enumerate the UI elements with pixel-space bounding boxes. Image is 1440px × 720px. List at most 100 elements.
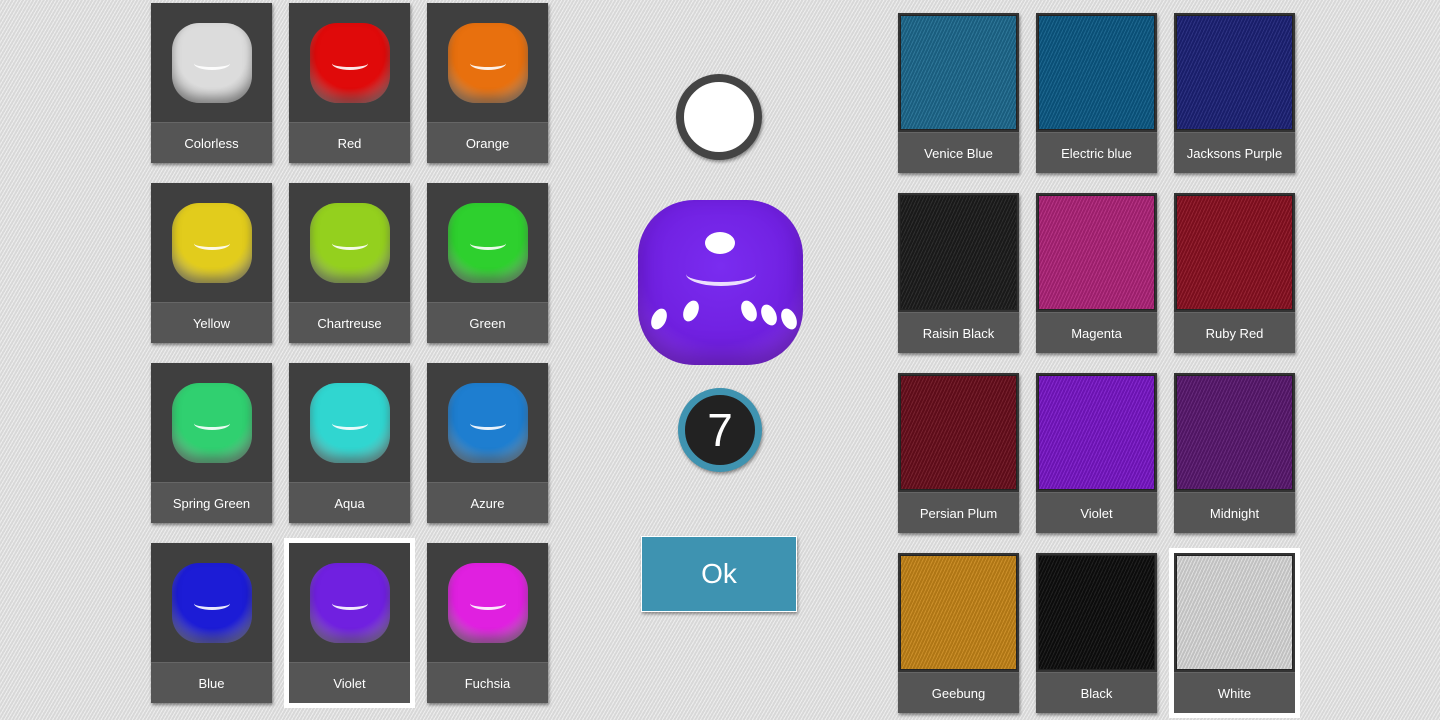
dice-color-preview bbox=[289, 543, 410, 662]
dice-count: 7 bbox=[707, 404, 733, 456]
dice-color-preview bbox=[151, 183, 272, 302]
table-color-option[interactable]: Venice Blue bbox=[898, 13, 1019, 173]
table-color-option[interactable]: Ruby Red bbox=[1174, 193, 1295, 353]
table-color-label: Magenta bbox=[1036, 312, 1157, 353]
dice-color-preview bbox=[427, 363, 548, 482]
dice-color-option[interactable]: Orange bbox=[427, 3, 548, 163]
pip bbox=[758, 302, 780, 328]
table-color-option[interactable]: Black bbox=[1036, 553, 1157, 713]
die-icon bbox=[310, 563, 390, 643]
table-color-label: Venice Blue bbox=[898, 132, 1019, 173]
ok-button[interactable]: Ok bbox=[641, 536, 797, 612]
dice-color-preview bbox=[289, 363, 410, 482]
dice-color-preview bbox=[151, 363, 272, 482]
dice-color-option[interactable]: Fuchsia bbox=[427, 543, 548, 703]
table-color-preview bbox=[1036, 373, 1157, 492]
dice-color-preview bbox=[289, 183, 410, 302]
dice-color-option[interactable]: Colorless bbox=[151, 3, 272, 163]
dice-color-label: Aqua bbox=[289, 482, 410, 523]
die-preview bbox=[638, 200, 803, 365]
die-icon bbox=[310, 203, 390, 283]
table-color-preview bbox=[1036, 13, 1157, 132]
table-color-label: Persian Plum bbox=[898, 492, 1019, 533]
dice-color-label: Chartreuse bbox=[289, 302, 410, 343]
dice-color-label: Red bbox=[289, 122, 410, 163]
table-color-label: Electric blue bbox=[1036, 132, 1157, 173]
table-color-label: Black bbox=[1036, 672, 1157, 713]
dice-color-label: Orange bbox=[427, 122, 548, 163]
table-color-option[interactable]: Electric blue bbox=[1036, 13, 1157, 173]
table-color-preview bbox=[898, 193, 1019, 312]
dice-color-preview bbox=[427, 3, 548, 122]
table-color-option[interactable]: Persian Plum bbox=[898, 373, 1019, 533]
table-color-label: Raisin Black bbox=[898, 312, 1019, 353]
table-color-label: Violet bbox=[1036, 492, 1157, 533]
table-color-preview bbox=[1036, 553, 1157, 672]
table-color-preview bbox=[1174, 13, 1295, 132]
table-color-option[interactable]: Raisin Black bbox=[898, 193, 1019, 353]
table-color-option[interactable]: Midnight bbox=[1174, 373, 1295, 533]
swatch bbox=[900, 15, 1017, 130]
pip-color-button[interactable] bbox=[676, 74, 762, 160]
table-color-option[interactable]: White bbox=[1169, 548, 1300, 718]
dice-color-label: Spring Green bbox=[151, 482, 272, 523]
dice-color-preview bbox=[151, 3, 272, 122]
swatch bbox=[900, 195, 1017, 310]
die-icon bbox=[448, 383, 528, 463]
table-color-preview bbox=[898, 13, 1019, 132]
pip bbox=[778, 306, 800, 332]
dice-color-label: Blue bbox=[151, 662, 272, 703]
pip bbox=[705, 232, 735, 254]
dice-color-option[interactable]: Red bbox=[289, 3, 410, 163]
die-icon bbox=[172, 563, 252, 643]
table-color-label: White bbox=[1174, 672, 1295, 713]
dice-color-label: Azure bbox=[427, 482, 548, 523]
die-icon bbox=[448, 23, 528, 103]
table-color-option[interactable]: Jacksons Purple bbox=[1174, 13, 1295, 173]
die-icon bbox=[448, 563, 528, 643]
dice-color-option[interactable]: Violet bbox=[284, 538, 415, 708]
dice-color-option[interactable]: Green bbox=[427, 183, 548, 343]
swatch bbox=[1176, 15, 1293, 130]
dice-color-label: Colorless bbox=[151, 122, 272, 163]
die-icon bbox=[310, 383, 390, 463]
dice-color-preview bbox=[427, 183, 548, 302]
dice-color-option[interactable]: Aqua bbox=[289, 363, 410, 523]
table-color-preview bbox=[1174, 193, 1295, 312]
dice-color-option[interactable]: Blue bbox=[151, 543, 272, 703]
dice-color-label: Green bbox=[427, 302, 548, 343]
table-color-label: Geebung bbox=[898, 672, 1019, 713]
table-color-label: Midnight bbox=[1174, 492, 1295, 533]
swatch bbox=[1038, 195, 1155, 310]
die-icon bbox=[172, 23, 252, 103]
dice-color-option[interactable]: Yellow bbox=[151, 183, 272, 343]
dice-color-option[interactable]: Chartreuse bbox=[289, 183, 410, 343]
table-color-preview bbox=[898, 373, 1019, 492]
dice-color-preview bbox=[289, 3, 410, 122]
table-color-label: Jacksons Purple bbox=[1174, 132, 1295, 173]
table-color-preview bbox=[1174, 373, 1295, 492]
table-color-preview bbox=[898, 553, 1019, 672]
swatch bbox=[1038, 375, 1155, 490]
swatch bbox=[1176, 375, 1293, 490]
pip bbox=[680, 298, 702, 324]
dice-color-label: Violet bbox=[289, 662, 410, 703]
dice-color-option[interactable]: Spring Green bbox=[151, 363, 272, 523]
swatch bbox=[1176, 555, 1293, 670]
dice-color-label: Fuchsia bbox=[427, 662, 548, 703]
swatch bbox=[1038, 555, 1155, 670]
die-icon bbox=[448, 203, 528, 283]
dice-color-preview bbox=[151, 543, 272, 662]
table-color-option[interactable]: Violet bbox=[1036, 373, 1157, 533]
die-icon bbox=[172, 203, 252, 283]
swatch bbox=[900, 375, 1017, 490]
pip bbox=[738, 298, 760, 324]
pip bbox=[648, 306, 670, 332]
table-color-preview bbox=[1174, 553, 1295, 672]
dice-count-badge[interactable]: 7 bbox=[678, 388, 762, 472]
table-color-option[interactable]: Magenta bbox=[1036, 193, 1157, 353]
table-color-option[interactable]: Geebung bbox=[898, 553, 1019, 713]
table-color-label: Ruby Red bbox=[1174, 312, 1295, 353]
dice-color-option[interactable]: Azure bbox=[427, 363, 548, 523]
die-highlight-arc bbox=[686, 262, 756, 286]
